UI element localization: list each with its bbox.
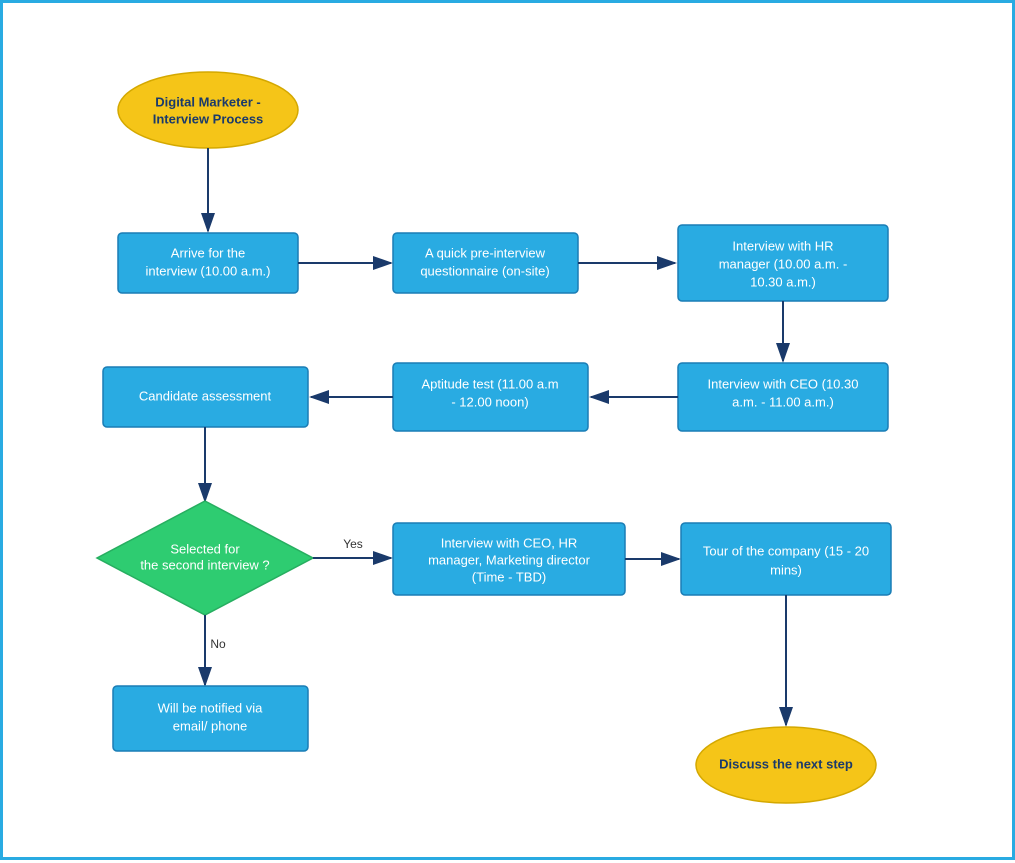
quest-text1: A quick pre-interview	[425, 245, 546, 260]
ceo-text2: a.m. - 11.00 a.m.)	[732, 394, 834, 409]
tour-text2: mins)	[770, 562, 802, 577]
hr-text1: Interview with HR	[732, 238, 833, 253]
selected-text2: the second interview ?	[140, 557, 269, 572]
second-text2: manager, Marketing director	[428, 552, 591, 567]
hr-text3: 10.30 a.m.)	[750, 274, 816, 289]
arrive-text1: Arrive for the	[171, 245, 245, 260]
second-text3: (Time - TBD)	[472, 569, 546, 584]
notified-text1: Will be notified via	[158, 700, 264, 715]
hr-text2: manager (10.00 a.m. -	[719, 256, 848, 271]
yes-label: Yes	[343, 537, 363, 551]
apt-text1: Aptitude test (11.00 a.m	[421, 376, 558, 391]
flowchart-canvas: Digital Marketer - Interview Process Arr…	[0, 0, 1015, 860]
quest-text2: questionnaire (on-site)	[420, 263, 549, 278]
no-label: No	[210, 637, 226, 651]
arrive-text2: interview (10.00 a.m.)	[146, 263, 271, 278]
flowchart-svg: Digital Marketer - Interview Process Arr…	[3, 3, 1015, 863]
notified-text2: email/ phone	[173, 718, 247, 733]
ceo-text1: Interview with CEO (10.30	[707, 376, 858, 391]
second-text1: Interview with CEO, HR	[441, 535, 578, 550]
candidate-text: Candidate assessment	[139, 388, 272, 403]
tour-node	[681, 523, 891, 595]
discuss-text: Discuss the next step	[719, 756, 853, 771]
apt-text2: - 12.00 noon)	[451, 394, 528, 409]
start-node	[118, 72, 298, 148]
start-label2: Interview Process	[153, 111, 264, 126]
tour-text1: Tour of the company (15 - 20	[703, 543, 869, 558]
start-label: Digital Marketer -	[155, 94, 260, 109]
selected-text1: Selected for	[170, 541, 240, 556]
